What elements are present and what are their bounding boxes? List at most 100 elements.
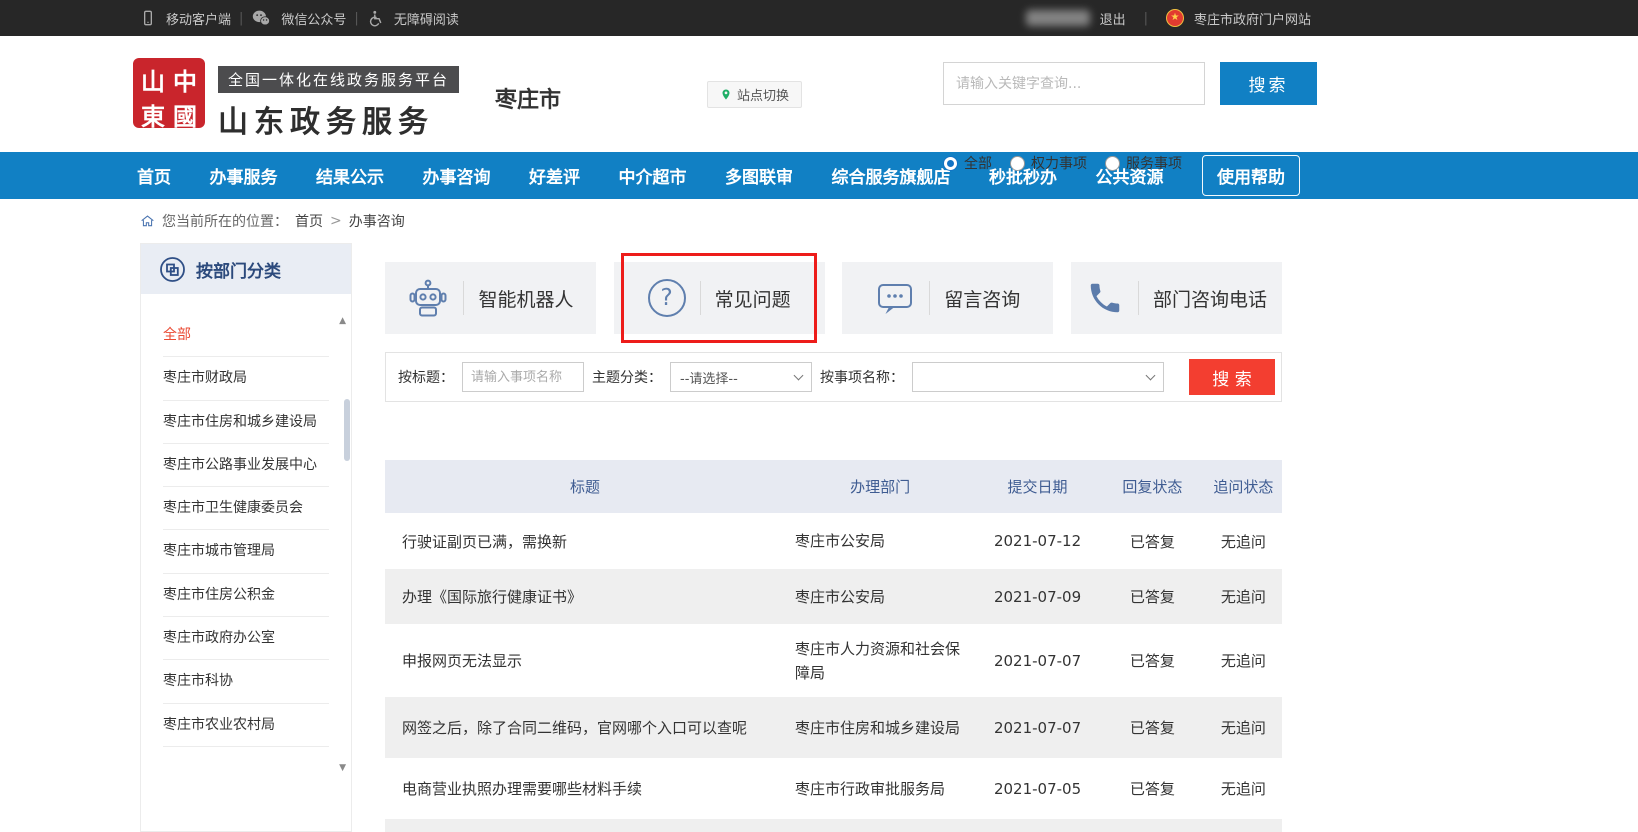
tab-smart-robot[interactable]: 智能机器人 [385,262,596,334]
sidebar-item[interactable]: 枣庄市财政局 [163,357,329,400]
breadcrumb: 您当前所在的位置： 首页 > 办事咨询 [0,199,1638,243]
faq-table: 标题 办理部门 提交日期 回复状态 追问状态 行驶证副页已满，需换新 枣庄市公安… [385,460,1282,832]
tab-faq[interactable]: ? 常见问题 [614,262,825,334]
cell-title[interactable]: 网签之后，除了合同二维码，官网哪个入口可以查呢 [385,717,785,738]
breadcrumb-label: 您当前所在的位置： [162,211,288,231]
main-navigation: 首页 办事服务 结果公示 办事咨询 好差评 中介超市 多图联审 综合服务旗舰店 … [0,152,1638,199]
header-date: 提交日期 [975,476,1100,497]
table-row[interactable]: 行驶证副页已满，需换新 枣庄市公安局 2021-07-12 已答复 无追问 [385,513,1282,569]
sidebar-item[interactable]: 枣庄市卫生健康委员会 [163,487,329,530]
tab-phone-consult[interactable]: 部门咨询电话 [1071,262,1282,334]
cell-date: 2021-07-05 [975,780,1100,798]
topbar-mobile-client[interactable]: 移动客户端 [140,9,231,28]
header-followup-status: 追问状态 [1205,476,1282,497]
robot-icon [407,278,449,318]
seal-char: 中 [169,62,201,97]
tab-label: 智能机器人 [478,285,573,312]
site-switch-button[interactable]: 站点切换 [707,81,802,108]
sidebar-item[interactable]: 枣庄市政府办公室 [163,617,329,660]
cell-date: 2021-07-07 [975,652,1100,670]
radio-selected-icon [943,156,958,171]
table-row[interactable]: 办理《国际旅行健康证书》 枣庄市公安局 2021-07-09 已答复 无追问 [385,569,1282,624]
radio-all[interactable]: 全部 [943,153,992,173]
nav-item-flagship-store[interactable]: 综合服务旗舰店 [832,163,951,188]
cell-reply-status: 已答复 [1100,778,1205,799]
masked-username [1026,10,1090,26]
cell-reply-status: 已答复 [1100,531,1205,552]
radio-service-items[interactable]: 服务事项 [1105,153,1182,173]
topbar-wechat[interactable]: 微信公众号 [251,9,346,28]
sidebar-item[interactable]: 枣庄市科协 [163,660,329,703]
filter-topic-label: 主题分类： [592,367,662,387]
logout-link[interactable]: 退出 [1100,9,1126,28]
breadcrumb-home-link[interactable]: 首页 [295,211,323,231]
top-utility-bar: 移动客户端 | 微信公众号 | 无障碍阅读 退出 | ★ 枣庄市政府门户网站 [0,0,1638,36]
nav-item-services[interactable]: 办事服务 [210,163,278,188]
sidebar-item[interactable]: 枣庄市公路事业发展中心 [163,444,329,487]
header-search-button[interactable]: 搜索 [1220,62,1317,105]
department-list: 全部 枣庄市财政局 枣庄市住房和城乡建设局 枣庄市公路事业发展中心 枣庄市卫生健… [141,294,351,747]
cell-department: 枣庄市行政审批服务局 [785,777,975,801]
nav-item-consultation[interactable]: 办事咨询 [423,163,491,188]
tab-label: 常见问题 [715,285,791,312]
seal-char: 山 [137,62,169,97]
nav-item-multi-plan-review[interactable]: 多图联审 [725,163,793,188]
divider [463,281,464,315]
nav-item-evaluation[interactable]: 好差评 [529,163,580,188]
faq-filter-bar: 按标题： 主题分类： --请选择-- 按事项名称： 搜 索 [385,352,1282,402]
item-name-select[interactable] [912,362,1164,392]
tab-message-consult[interactable]: 留言咨询 [842,262,1053,334]
sidebar-item[interactable]: 枣庄市住房和城乡建设局 [163,401,329,444]
nav-item-agency-market[interactable]: 中介超市 [619,163,687,188]
divider [1138,281,1139,315]
keyword-search-input[interactable] [944,63,1204,104]
cell-title[interactable]: 行驶证副页已满，需换新 [385,531,785,552]
nav-item-results-publicity[interactable]: 结果公示 [316,163,384,188]
table-row[interactable]: 电商营业执照办理需要哪些材料手续 枣庄市行政审批服务局 2021-07-05 已… [385,758,1282,819]
national-emblem-icon: ★ [1166,9,1184,27]
topic-select[interactable]: --请选择-- [670,362,812,392]
nav-item-help[interactable]: 使用帮助 [1202,155,1300,196]
radio-unselected-icon [1105,156,1120,171]
cell-title[interactable]: 电商营业执照办理需要哪些材料手续 [385,778,785,799]
search-scope-radios: 全部 权力事项 服务事项 [943,153,1182,173]
radio-power-items[interactable]: 权力事项 [1010,153,1087,173]
sidebar-scrollbar-thumb[interactable] [344,399,350,461]
home-icon [140,214,155,228]
filter-search-button[interactable]: 搜 索 [1189,359,1275,395]
message-icon [875,279,915,317]
filter-title-input[interactable] [462,362,584,392]
question-icon: ? [648,279,686,317]
sidebar-item[interactable]: 枣庄市住房公积金 [163,574,329,617]
site-header: 山 中 東 國 全国一体化在线政务服务平台 山东政务服务 枣庄市 站点切换 搜索… [0,36,1638,152]
sidebar-header: 按部门分类 [141,244,351,294]
main-content: 智能机器人 ? 常见问题 留言咨询 部门咨询电话 按标题： 主题分类： -- [385,262,1282,832]
cell-department: 枣庄市住房和城乡建设局 [785,716,975,740]
cell-title[interactable]: 办理《国际旅行健康证书》 [385,586,785,607]
table-row[interactable]: 网签之后，除了合同二维码，官网哪个入口可以查呢 枣庄市住房和城乡建设局 2021… [385,697,1282,758]
topbar-accessibility[interactable]: 无障碍阅读 [367,9,459,28]
chevron-down-icon [794,370,804,380]
sidebar-item[interactable]: 枣庄市城市管理局 [163,530,329,573]
keyword-search-box [943,62,1205,105]
portal-link[interactable]: 枣庄市政府门户网站 [1194,9,1311,28]
divider: | [354,11,358,26]
nav-item-home[interactable]: 首页 [137,163,171,188]
cell-followup-status: 无追问 [1205,650,1282,671]
cell-department: 枣庄市人力资源和社会保障局 [785,637,975,685]
cell-followup-status: 无追问 [1205,778,1282,799]
sidebar-item-all[interactable]: 全部 [163,314,329,357]
table-row[interactable]: 申报网页无法显示 枣庄市人力资源和社会保障局 2021-07-07 已答复 无追… [385,624,1282,697]
scroll-down-arrow-icon[interactable]: ▼ [339,764,346,773]
consult-tabs: 智能机器人 ? 常见问题 留言咨询 部门咨询电话 [385,262,1282,334]
divider: | [239,11,243,26]
sidebar-item[interactable]: 枣庄市农业农村局 [163,704,329,747]
shandong-seal-logo: 山 中 東 國 [133,58,205,128]
seal-char: 東 [137,97,169,132]
cell-reply-status: 已答复 [1100,586,1205,607]
scroll-up-arrow-icon[interactable]: ▲ [339,317,346,326]
location-pin-icon [720,87,732,102]
cell-title[interactable]: 申报网页无法显示 [385,650,785,671]
cell-date: 2021-07-12 [975,532,1100,550]
table-row-partial [385,819,1282,832]
